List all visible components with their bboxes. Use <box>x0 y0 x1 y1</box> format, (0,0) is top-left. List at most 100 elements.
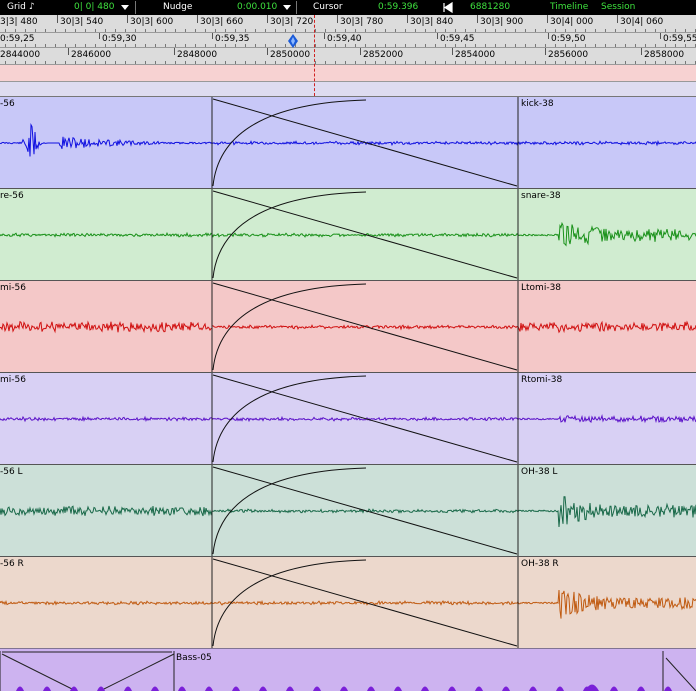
min-sec-ruler[interactable]: 0:59,25 0:59,30 0:59,35 0:59,40 0:59,45 0:59,… <box>0 33 696 48</box>
eighth-note-icon[interactable]: ♪ <box>29 0 35 15</box>
bass-wave-peak <box>664 686 672 691</box>
bass-wave-peak <box>286 686 294 691</box>
ruler-minor-tick <box>195 61 196 64</box>
timeline-tab[interactable]: Timeline <box>550 0 588 15</box>
ruler-minor-tick <box>535 44 536 47</box>
bars-beats-ruler[interactable]: 3|3| 480 30|3| 540 30|3| 600 30|3| 660 30|3|… <box>0 15 696 33</box>
crossfade-curves[interactable] <box>0 465 696 556</box>
crossfade-curves[interactable] <box>0 373 696 464</box>
ruler-minor-tick <box>655 29 656 32</box>
ruler-minor-tick <box>55 61 56 64</box>
ruler-minor-tick <box>275 44 276 47</box>
bass-region-name: Bass-05 <box>176 653 212 663</box>
ruler-tick <box>337 15 338 23</box>
fade-in-curve <box>212 99 367 187</box>
audio-track[interactable]: mi-56 Ltomi-38 <box>0 281 696 373</box>
ruler-minor-tick <box>575 29 576 32</box>
markers-ruler[interactable] <box>0 65 696 82</box>
ruler-minor-tick <box>175 61 176 64</box>
ruler-minor-tick <box>5 44 6 47</box>
ruler-label: 30|3| 660 <box>200 17 244 27</box>
ruler-minor-tick <box>25 44 26 47</box>
playhead-marker-icon[interactable] <box>287 33 299 52</box>
ruler-minor-tick <box>385 29 386 32</box>
ruler-tick <box>267 15 268 23</box>
session-tab[interactable]: Session <box>601 0 635 15</box>
ruler-tick <box>641 48 642 55</box>
region-name-left: -56 R <box>0 559 24 569</box>
ruler-minor-tick <box>75 61 76 64</box>
ruler-minor-tick <box>535 61 536 64</box>
ruler-label: 2858000 <box>644 50 685 60</box>
region-name-left: -56 L <box>0 467 23 477</box>
ruler-minor-tick <box>155 44 156 47</box>
ruler-minor-tick <box>395 61 396 64</box>
audio-track[interactable]: -56 L OH-38 L <box>0 465 696 557</box>
separator <box>296 1 297 14</box>
ruler-label: 30|3| 540 <box>60 17 104 27</box>
ruler-minor-tick <box>515 61 516 64</box>
region-name-left: mi-56 <box>0 375 26 385</box>
ruler-minor-tick <box>15 44 16 47</box>
ruler-minor-tick <box>145 29 146 32</box>
ruler-minor-tick <box>225 61 226 64</box>
ruler-tick <box>407 15 408 23</box>
ruler-tick <box>57 15 58 23</box>
grid-dropdown-icon[interactable] <box>121 5 129 10</box>
fade-out-line <box>1 653 77 691</box>
ruler-minor-tick <box>165 44 166 47</box>
ruler-minor-tick <box>35 29 36 32</box>
fade-out-line <box>212 558 518 647</box>
ruler-tick <box>477 15 478 23</box>
ruler-minor-tick <box>365 61 366 64</box>
ruler-label: 0:59,55 <box>663 34 696 44</box>
audio-track[interactable]: mi-56 Rtomi-38 <box>0 373 696 465</box>
ruler-minor-tick <box>145 61 146 64</box>
ruler-minor-tick <box>605 61 606 64</box>
ruler-minor-tick <box>375 44 376 47</box>
bass-wave-peak <box>178 686 186 691</box>
range-ruler[interactable] <box>0 82 696 97</box>
crossfade-curves[interactable] <box>0 97 696 188</box>
region-name-right: Rtomi-38 <box>521 375 563 385</box>
ruler-minor-tick <box>305 61 306 64</box>
ruler-minor-tick <box>55 29 56 32</box>
ruler-minor-tick <box>95 61 96 64</box>
nudge-value[interactable]: 0:00.010 <box>237 0 277 15</box>
ruler-minor-tick <box>255 44 256 47</box>
ruler-minor-tick <box>645 61 646 64</box>
ruler-minor-tick <box>115 61 116 64</box>
audio-track[interactable]: -56 R OH-38 R <box>0 557 696 649</box>
grid-value[interactable]: 0| 0| 480 <box>74 0 114 15</box>
ruler-minor-tick <box>265 29 266 32</box>
ruler-minor-tick <box>525 44 526 47</box>
audio-track[interactable]: re-56 snare-38 <box>0 189 696 281</box>
ruler-minor-tick <box>455 29 456 32</box>
ruler-minor-tick <box>445 61 446 64</box>
ruler-minor-tick <box>635 29 636 32</box>
ruler-minor-tick <box>665 61 666 64</box>
ruler-minor-tick <box>85 44 86 47</box>
ruler-minor-tick <box>375 61 376 64</box>
ruler-minor-tick <box>685 29 686 32</box>
ruler-minor-tick <box>515 29 516 32</box>
ruler-minor-tick <box>245 61 246 64</box>
ruler-label: 0:59,50 <box>551 34 586 44</box>
ruler-minor-tick <box>645 44 646 47</box>
ruler-minor-tick <box>675 44 676 47</box>
ruler-label: 30|4| 000 <box>550 17 594 27</box>
ruler-minor-tick <box>385 61 386 64</box>
bass-track[interactable]: Bass-05 <box>0 648 696 691</box>
ruler-tick <box>174 48 175 55</box>
ruler-minor-tick <box>85 29 86 32</box>
bass-wave-peak <box>97 686 105 691</box>
region-name-left: -56 <box>0 99 15 109</box>
samples-ruler[interactable]: 2844000 2846000 2848000 2850000 2852000 28540… <box>0 48 696 65</box>
crossfade-curves[interactable] <box>0 189 696 280</box>
ruler-minor-tick <box>315 61 316 64</box>
nudge-dropdown-icon[interactable] <box>283 5 291 10</box>
audio-track[interactable]: -56 kick-38 <box>0 97 696 189</box>
crossfade-curves[interactable] <box>0 281 696 372</box>
ruler-label: 2852000 <box>363 50 404 60</box>
crossfade-curves[interactable] <box>0 557 696 648</box>
